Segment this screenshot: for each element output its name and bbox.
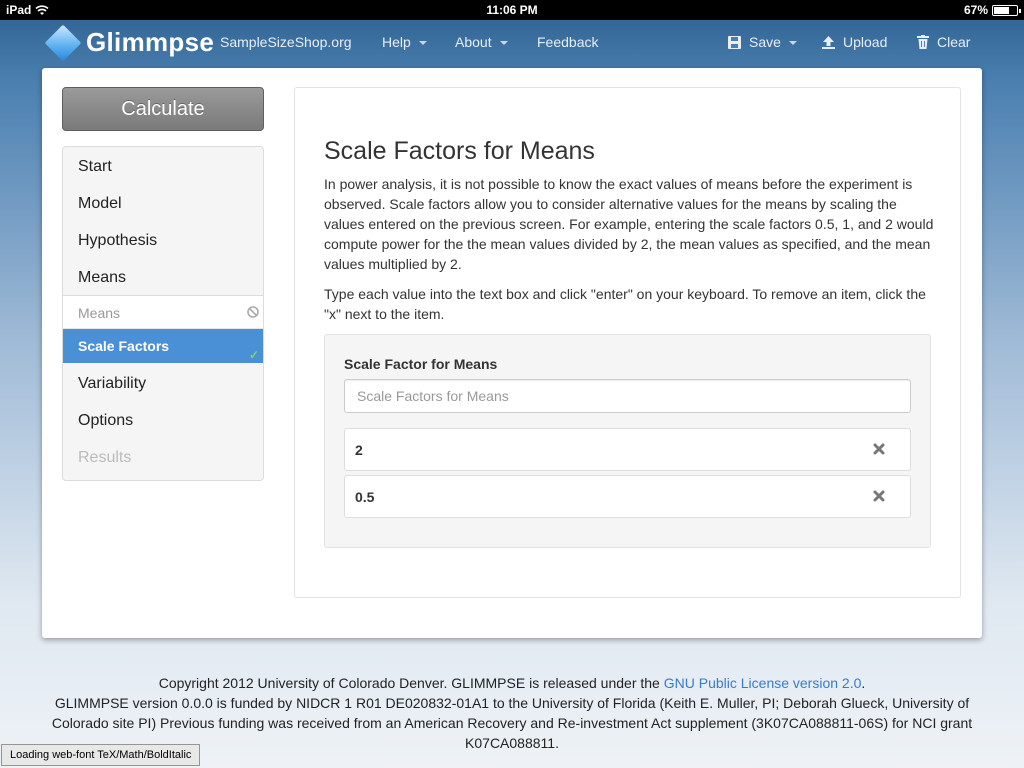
battery-icon: [992, 4, 1021, 16]
nav-save-label: Save: [749, 34, 781, 50]
chevron-down-icon: [499, 41, 508, 45]
scale-factor-value: 0.5: [355, 489, 375, 505]
nav-about-label: About: [455, 34, 492, 50]
floppy-disk-icon: [728, 35, 741, 49]
nav-upload-button[interactable]: Upload: [822, 34, 887, 50]
nav-link-samplesizeshop[interactable]: SampleSizeShop.org: [220, 34, 352, 50]
sidebar-item-means[interactable]: Means: [63, 259, 263, 296]
glimmpse-logo-icon: [44, 24, 82, 61]
content-panel: Scale Factors for Means In power analysi…: [294, 87, 961, 598]
upload-icon: [822, 35, 835, 49]
scale-factor-well: Scale Factor for Means 2 0.5: [324, 334, 931, 548]
nav-clear-button[interactable]: Clear: [917, 34, 970, 50]
brand[interactable]: Glimmpse: [44, 24, 215, 61]
nav-save-dropdown[interactable]: Save: [728, 34, 797, 50]
status-right: 67%: [963, 3, 1021, 17]
sidebar-subitem-scale-factors[interactable]: Scale Factors ✓: [63, 329, 263, 363]
calculate-button[interactable]: Calculate: [62, 87, 264, 131]
nav-link-feedback[interactable]: Feedback: [537, 34, 598, 50]
scale-factor-field-label: Scale Factor for Means: [344, 356, 498, 372]
brand-name: Glimmpse: [86, 27, 215, 57]
sidebar-item-start[interactable]: Start: [63, 148, 263, 185]
status-time: 11:06 PM: [486, 3, 538, 17]
footer-copyright-text: Copyright 2012 University of Colorado De…: [158, 675, 664, 691]
nav-help-label: Help: [382, 34, 411, 50]
trash-icon: [917, 35, 929, 49]
sidebar-item-model[interactable]: Model: [63, 185, 263, 222]
footer-copyright: Copyright 2012 University of Colorado De…: [0, 673, 1024, 693]
nav-about-dropdown[interactable]: About: [455, 34, 508, 50]
chevron-down-icon: [418, 41, 427, 45]
blocked-icon: [247, 306, 259, 318]
sidebar-subitem-means-label: Means: [78, 305, 121, 321]
nav-help-dropdown[interactable]: Help: [382, 34, 427, 50]
wizard-sidebar: Start Model Hypothesis Means Means Scale…: [62, 146, 264, 481]
top-navbar: Glimmpse SampleSizeShop.org Help About F…: [0, 20, 1024, 66]
nav-upload-label: Upload: [843, 34, 888, 50]
remove-x-icon[interactable]: [872, 442, 886, 456]
footer-period: .: [861, 675, 866, 691]
page-footer: Copyright 2012 University of Colorado De…: [0, 673, 1024, 753]
intro-paragraph: In power analysis, it is not possible to…: [324, 176, 934, 272]
scale-factor-input[interactable]: [344, 379, 911, 413]
sidebar-item-results: Results: [78, 449, 132, 466]
ios-status-bar: iPad 11:06 PM 67%: [0, 0, 1024, 20]
list-item: 0.5: [344, 475, 911, 518]
scale-factor-value: 2: [355, 442, 363, 458]
sidebar-subitem-means[interactable]: Means: [63, 295, 263, 329]
nav-clear-label: Clear: [937, 34, 971, 50]
chevron-down-icon: [788, 41, 797, 45]
battery-percent: 67%: [963, 3, 988, 17]
main-panel: Calculate Start Model Hypothesis Means M…: [42, 68, 982, 638]
instructions-paragraph: Type each value into the text box and cl…: [324, 286, 926, 322]
page-title: Scale Factors for Means: [324, 137, 595, 165]
loading-status-message: Loading web-font TeX/Math/BoldItalic: [1, 744, 201, 766]
list-item: 2: [344, 428, 911, 471]
remove-x-icon[interactable]: [872, 489, 886, 503]
sidebar-item-variability[interactable]: Variability: [63, 365, 263, 402]
sidebar-item-hypothesis[interactable]: Hypothesis: [63, 222, 263, 259]
sidebar-subitem-scale-factors-label: Scale Factors: [78, 338, 170, 354]
sidebar-item-options[interactable]: Options: [63, 402, 263, 439]
battery-fill: [994, 6, 1009, 14]
gpl-license-link[interactable]: GNU Public License version 2.0: [664, 675, 862, 691]
